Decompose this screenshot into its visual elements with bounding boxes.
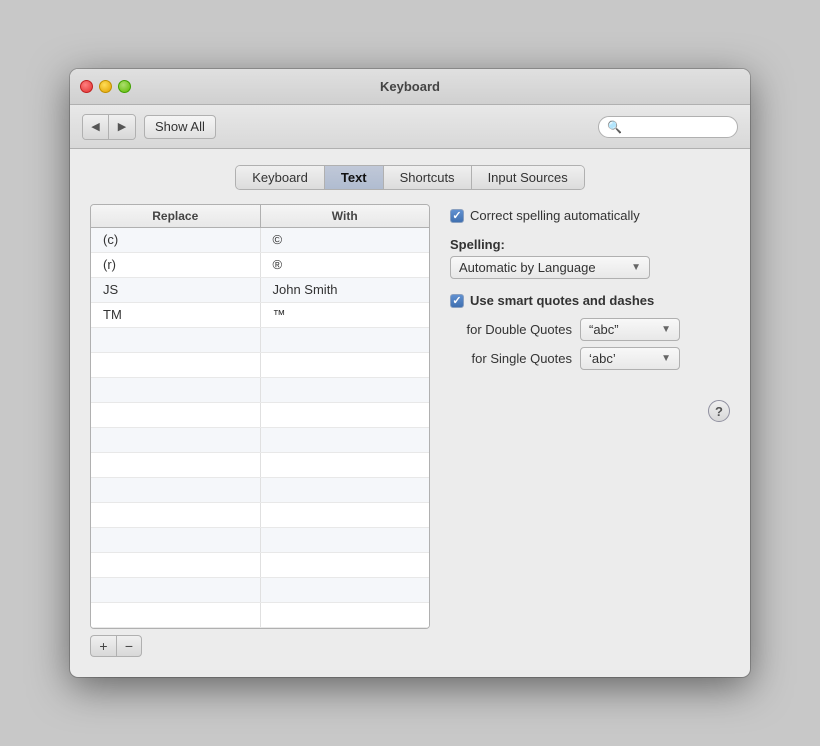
smart-quotes-checkbox[interactable]: ✓ <box>450 294 464 308</box>
empty-row <box>91 403 429 428</box>
empty-row <box>91 503 429 528</box>
back-button[interactable]: ◀ <box>83 115 109 139</box>
settings-section: ✓ Correct spelling automatically Spellin… <box>450 204 730 422</box>
double-quotes-dropdown[interactable]: “abc” ▼ <box>580 318 680 341</box>
chevron-down-icon: ▼ <box>661 353 671 364</box>
double-quotes-label: for Double Quotes <box>450 322 580 337</box>
help-section: ? <box>450 400 730 422</box>
toolbar: ◀ ▶ Show All 🔍 <box>70 105 750 149</box>
tab-text[interactable]: Text <box>325 166 384 189</box>
correct-spelling-row: ✓ Correct spelling automatically <box>450 208 730 223</box>
forward-button[interactable]: ▶ <box>109 115 135 139</box>
empty-row <box>91 353 429 378</box>
smart-quotes-row: ✓ Use smart quotes and dashes <box>450 293 730 308</box>
table-row[interactable]: TM ™ <box>91 303 429 328</box>
empty-row <box>91 428 429 453</box>
spelling-section: Spelling: Automatic by Language ▼ <box>450 237 730 279</box>
table-row[interactable]: (r) ® <box>91 253 429 278</box>
help-button[interactable]: ? <box>708 400 730 422</box>
table-header: Replace With <box>91 205 429 228</box>
cell-with-3: ™ <box>261 303 430 327</box>
empty-row <box>91 378 429 403</box>
nav-buttons: ◀ ▶ <box>82 114 136 140</box>
tab-keyboard[interactable]: Keyboard <box>236 166 325 189</box>
single-quotes-row: for Single Quotes ‘abc’ ▼ <box>450 347 730 370</box>
header-with: With <box>261 205 430 227</box>
double-quotes-value: “abc” <box>589 322 619 337</box>
correct-spelling-label: Correct spelling automatically <box>470 208 640 223</box>
spelling-dropdown[interactable]: Automatic by Language ▼ <box>450 256 650 279</box>
table-body: (c) © (r) ® JS John Smith TM <box>91 228 429 628</box>
main-content: Replace With (c) © (r) ® JS <box>90 204 730 657</box>
show-all-button[interactable]: Show All <box>144 115 216 139</box>
keyboard-window: Keyboard ◀ ▶ Show All 🔍 Keyboard Text Sh… <box>70 69 750 677</box>
minimize-button[interactable] <box>99 80 112 93</box>
close-button[interactable] <box>80 80 93 93</box>
smart-quotes-section: ✓ Use smart quotes and dashes for Double… <box>450 293 730 370</box>
tab-input-sources[interactable]: Input Sources <box>472 166 584 189</box>
double-quotes-row: for Double Quotes “abc” ▼ <box>450 318 730 341</box>
chevron-down-icon: ▼ <box>661 324 671 335</box>
checkmark-icon: ✓ <box>452 294 461 307</box>
chevron-down-icon: ▼ <box>631 262 641 273</box>
single-quotes-dropdown[interactable]: ‘abc’ ▼ <box>580 347 680 370</box>
replace-table: Replace With (c) © (r) ® JS <box>90 204 430 629</box>
traffic-lights <box>80 80 131 93</box>
tabs-row: Keyboard Text Shortcuts Input Sources <box>90 165 730 190</box>
titlebar: Keyboard <box>70 69 750 105</box>
spelling-dropdown-value: Automatic by Language <box>459 260 596 275</box>
cell-with-2: John Smith <box>261 278 430 302</box>
empty-row <box>91 578 429 603</box>
search-box: 🔍 <box>598 116 738 138</box>
window-title: Keyboard <box>380 79 440 94</box>
single-quotes-value: ‘abc’ <box>589 351 616 366</box>
empty-row <box>91 478 429 503</box>
tabs: Keyboard Text Shortcuts Input Sources <box>235 165 585 190</box>
single-quotes-label: for Single Quotes <box>450 351 580 366</box>
cell-replace-2: JS <box>91 278 261 302</box>
search-icon: 🔍 <box>607 120 622 134</box>
table-actions: + − <box>90 635 430 657</box>
cell-replace-0: (c) <box>91 228 261 252</box>
cell-replace-3: TM <box>91 303 261 327</box>
cell-with-1: ® <box>261 253 430 277</box>
empty-row <box>91 528 429 553</box>
cell-replace-1: (r) <box>91 253 261 277</box>
header-replace: Replace <box>91 205 261 227</box>
correct-spelling-checkbox[interactable]: ✓ <box>450 209 464 223</box>
content-area: Keyboard Text Shortcuts Input Sources Re… <box>70 149 750 677</box>
empty-row <box>91 453 429 478</box>
remove-row-button[interactable]: − <box>116 635 142 657</box>
empty-row <box>91 328 429 353</box>
maximize-button[interactable] <box>118 80 131 93</box>
table-row[interactable]: (c) © <box>91 228 429 253</box>
search-input[interactable] <box>626 120 729 134</box>
empty-row <box>91 553 429 578</box>
smart-quotes-label: Use smart quotes and dashes <box>470 293 654 308</box>
empty-row <box>91 603 429 628</box>
cell-with-0: © <box>261 228 430 252</box>
table-row[interactable]: JS John Smith <box>91 278 429 303</box>
table-section: Replace With (c) © (r) ® JS <box>90 204 430 657</box>
checkmark-icon: ✓ <box>452 209 461 222</box>
spelling-section-label: Spelling: <box>450 237 730 252</box>
tab-shortcuts[interactable]: Shortcuts <box>384 166 472 189</box>
add-row-button[interactable]: + <box>90 635 116 657</box>
